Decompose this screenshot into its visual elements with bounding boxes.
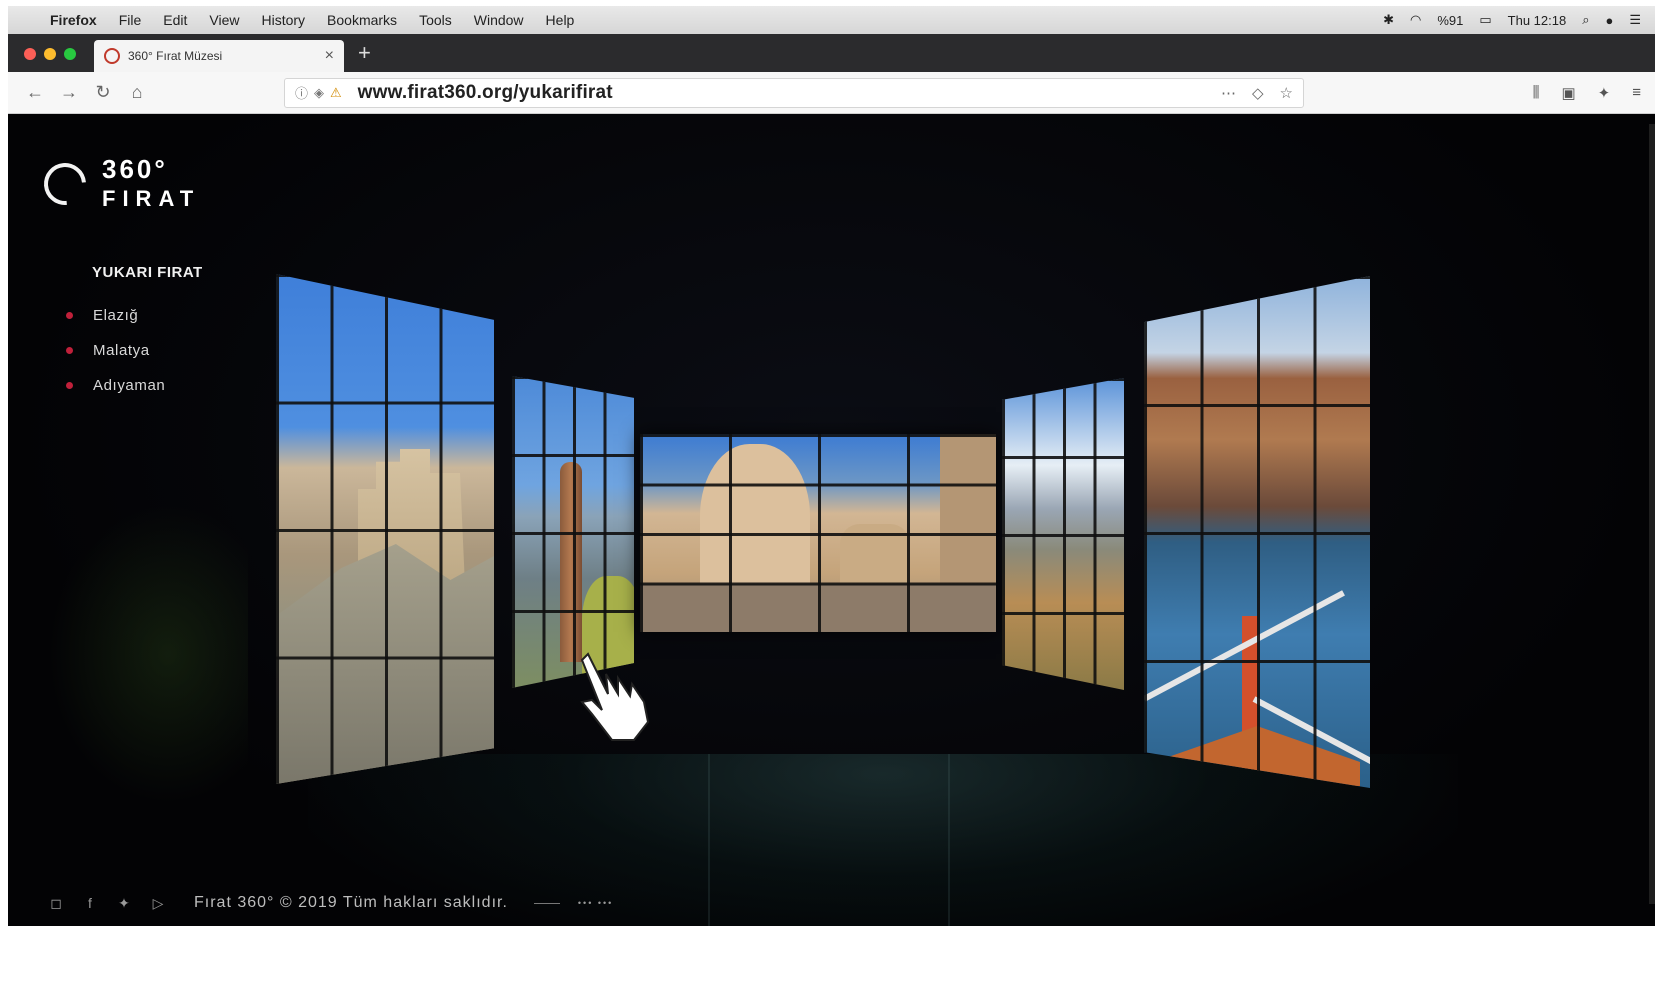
nav-toolbar: ← → ↻ ⌂ ⓘ ◈ ⚠ www.firat360.org/yukarifir… [8,72,1655,114]
twitter-icon[interactable]: ✦ [116,895,132,912]
pointing-hand-cursor-icon [580,652,650,741]
bullet-icon [66,347,73,354]
home-icon[interactable]: ⌂ [120,82,154,103]
page-footer: ◻ f ✦ ▷ Fırat 360° © 2019 Tüm hakları sa… [48,894,613,912]
facebook-icon[interactable]: f [82,895,98,911]
menu-view[interactable]: View [209,12,239,28]
region-link-malatya[interactable]: Malatya [66,333,165,368]
footer-divider [533,902,560,904]
panel-grid [1002,378,1124,690]
menu-edit[interactable]: Edit [163,12,187,28]
region-label: Adıyaman [93,377,166,394]
menu-window[interactable]: Window [474,12,524,28]
battery-label: %91 [1437,12,1464,28]
hamburger-menu-icon[interactable]: ≡ [1632,84,1641,102]
os-menu-bar: Firefox File Edit View History Bookmarks… [8,6,1655,34]
battery-icon[interactable]: ▭ [1479,12,1491,28]
region-label: Elazığ [93,307,139,324]
maximize-window-button[interactable] [64,48,76,60]
logo-text-firat: FIRAT [102,186,201,211]
footer-credit[interactable]: ••• ••• [578,898,613,908]
footer-copyright: Fırat 360° © 2019 Tüm hakları saklıdır. [194,894,508,911]
menu-file[interactable]: File [119,12,142,28]
tracking-shield-icon[interactable]: ◈ [314,85,324,101]
region-link-elazig[interactable]: Elazığ [66,298,165,333]
region-title: YUKARI FIRAT [92,264,203,281]
page-viewport: 360° FIRAT YUKARI FIRAT Elazığ Malatya A… [8,114,1655,926]
logo-text-360: 360° [102,154,168,184]
library-icon[interactable]: ⫼ [1533,84,1540,102]
spotlight-search-icon[interactable]: ⌕ [1582,12,1589,28]
logo-ring-icon [35,154,95,214]
menu-tools[interactable]: Tools [419,12,452,28]
gallery-panel-nemrut[interactable] [640,434,996,632]
panel-grid [512,376,634,688]
bluetooth-icon[interactable]: ✱ [1383,12,1394,28]
gallery-panel-castle[interactable] [276,274,494,784]
sidebar-icon[interactable]: ▣ [1561,84,1575,102]
wifi-icon[interactable]: ◠ [1410,12,1421,28]
back-icon[interactable]: ← [18,82,52,103]
reload-icon[interactable]: ↻ [86,82,120,103]
instagram-icon[interactable]: ◻ [48,895,64,912]
clock[interactable]: Thu 12:18 [1508,13,1567,28]
menu-bookmarks[interactable]: Bookmarks [327,12,397,28]
panel-grid [1144,276,1370,788]
menu-help[interactable]: Help [546,12,575,28]
gallery-panel-boat-lake[interactable] [1144,276,1370,788]
floor-seam [708,754,710,926]
region-link-adiyaman[interactable]: Adıyaman [66,368,165,403]
bullet-icon [66,312,73,319]
insecure-warning-icon[interactable]: ⚠ [330,85,342,101]
minimize-window-button[interactable] [44,48,56,60]
menu-history[interactable]: History [261,12,305,28]
forward-icon[interactable]: → [52,82,86,103]
site-info-icon[interactable]: ⓘ [295,83,308,102]
close-window-button[interactable] [24,48,36,60]
close-tab-icon[interactable]: × [325,47,334,65]
bullet-icon [66,382,73,389]
address-bar[interactable]: ⓘ ◈ ⚠ www.firat360.org/yukarifirat ⋯ ◇ ☆ [284,77,1304,108]
window-controls [8,48,94,72]
gallery-panel-rock-pillar[interactable] [512,376,634,688]
notification-center-icon[interactable]: ☰ [1629,12,1641,28]
new-tab-button[interactable]: + [344,40,385,72]
background-plant [48,504,248,804]
youtube-icon[interactable]: ▷ [150,895,166,912]
extension-icon[interactable]: ✦ [1598,84,1611,102]
gallery-panel-canyon[interactable] [1002,378,1124,690]
pocket-icon[interactable]: ◇ [1252,84,1264,102]
active-tab[interactable]: 360° Fırat Müzesi × [94,40,344,72]
site-logo[interactable]: 360° FIRAT [35,154,201,214]
status-area: ✱ ◠ %91 ▭ Thu 12:18 ⌕ ● ☰ [1383,12,1655,28]
panel-grid [276,274,494,784]
floor-seam [948,754,950,926]
region-nav: Elazığ Malatya Adıyaman [66,298,165,403]
siri-icon[interactable]: ● [1605,13,1613,28]
panel-grid [640,434,996,632]
url-text[interactable]: www.firat360.org/yukarifirat [358,82,1221,104]
menu-app[interactable]: Firefox [50,12,97,28]
page-actions-icon[interactable]: ⋯ [1221,84,1236,102]
favicon-icon [104,48,120,64]
region-label: Malatya [93,342,150,359]
page-scrollbar[interactable] [1649,124,1655,904]
bookmark-star-icon[interactable]: ☆ [1280,84,1293,102]
tab-title: 360° Fırat Müzesi [128,49,223,63]
tab-strip: 360° Fırat Müzesi × + [8,34,1655,72]
